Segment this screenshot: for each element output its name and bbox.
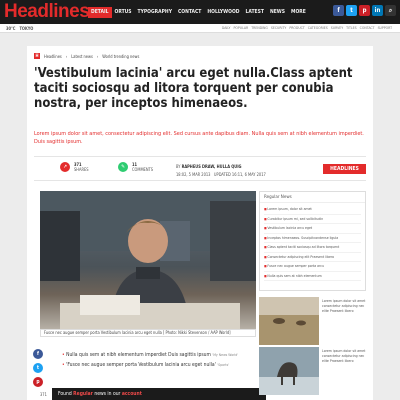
subnav-link[interactable]: PRODUCT	[289, 25, 304, 32]
story-thumbnail	[259, 297, 319, 345]
article-title: 'Vestibulum lacinia' arcu eget nulla.Cla…	[34, 66, 353, 111]
quote-item: Nulla quis sem at nibh elementum imperdi…	[62, 350, 238, 360]
weather-widget: 30°C TOKYO	[6, 25, 33, 32]
list-item[interactable]: Class aptent taciti sociosqu ad litora t…	[264, 243, 361, 253]
nav-item-latest[interactable]: LATEST	[243, 7, 267, 18]
regular-news-widget: Regular News Lorem ipsum, dolor sit amet…	[259, 191, 366, 291]
subnav-link[interactable]: SUPPORT	[378, 25, 392, 32]
updated-date: UPDATED 16:11, 6 MAY 2017	[213, 172, 266, 177]
divider	[34, 156, 366, 157]
quote-list: Nulla quis sem at nibh elementum imperdi…	[62, 350, 238, 370]
subnav-link[interactable]: TRENDING	[251, 25, 268, 32]
subnav-link[interactable]: TITLES	[346, 25, 357, 32]
photo-caption: Fusce nec augue semper porta Vestibulum …	[40, 329, 256, 337]
found-news-banner[interactable]: Found Regular news in our account	[52, 388, 266, 400]
secondary-nav: DAILY POPULAR TRENDING SECURITY PRODUCT …	[222, 25, 392, 32]
nav-item-hollywood[interactable]: HOLLYWOOD	[204, 7, 242, 18]
nav-item-typography[interactable]: TYPOGRAPHY	[135, 7, 175, 18]
nav-item-contact[interactable]: CONTACT	[175, 7, 204, 18]
facebook-share-icon[interactable]: f	[33, 349, 43, 359]
subnav-link[interactable]: SECURITY	[271, 25, 286, 32]
subnav-link[interactable]: SURVEY	[331, 25, 343, 32]
category-badge[interactable]: HEADLINES	[323, 164, 366, 174]
story-thumbnail	[259, 347, 319, 395]
nav-item-ortus[interactable]: ORTUS	[112, 7, 135, 18]
list-item[interactable]: Nulla quis sem at nibh elementum	[264, 272, 361, 281]
photo-illustration	[40, 191, 256, 329]
sub-navbar: 30°C TOKYO DAILY POPULAR TRENDING SECURI…	[0, 24, 400, 33]
nav-item-detail[interactable]: DETAIL	[88, 7, 112, 18]
sidebar-story[interactable]: Lorem ipsum dolor sit amet consectetur a…	[259, 347, 367, 395]
divider	[34, 180, 366, 181]
subnav-link[interactable]: CONTACT	[360, 25, 375, 32]
weather-city: TOKYO	[19, 26, 34, 31]
story-text: Lorem ipsum dolor sit amet consectetur a…	[322, 349, 366, 363]
subnav-link[interactable]: POPULAR	[233, 25, 248, 32]
share-icon: ↗	[60, 162, 70, 172]
comment-label: COMMENTS	[132, 167, 154, 172]
widget-title: Regular News	[260, 192, 365, 203]
sidebar-story[interactable]: Lorem ipsum dolor sit amet consectetur a…	[259, 297, 367, 345]
main-nav: DETAIL ORTUS TYPOGRAPHY CONTACT HOLLYWOO…	[88, 7, 309, 18]
nav-item-more[interactable]: MORE	[288, 7, 309, 18]
search-icon[interactable]: ⌕	[385, 5, 396, 16]
list-item[interactable]: Curabitur ipsum mi, sed sollicitudin	[264, 215, 361, 224]
pinterest-share-icon[interactable]: p	[33, 377, 43, 387]
list-item[interactable]: Lorem ipsum, dolor sit amet	[264, 205, 361, 215]
nav-item-news[interactable]: NEWS	[267, 7, 288, 18]
facebook-icon[interactable]: f	[333, 5, 344, 16]
share-stat[interactable]: ↗ 371 SHARES	[60, 162, 89, 172]
subnav-link[interactable]: CATEGORIES	[308, 25, 328, 32]
site-logo[interactable]: Headlines	[4, 1, 90, 23]
story-text: Lorem ipsum dolor sit amet consectetur a…	[322, 299, 366, 313]
breadcrumb-item[interactable]: Headlines	[44, 54, 62, 59]
breadcrumb-item[interactable]: World trending news	[102, 54, 139, 59]
share-label: SHARES	[74, 167, 89, 172]
comment-icon: ✎	[118, 162, 128, 172]
share-buttons: f t p	[33, 349, 43, 387]
list-item[interactable]: Consectetur adipiscing elit Praesent lib…	[264, 253, 361, 262]
byline: BY RAPHEUS DRAW, HULLA QUIG 18:02, 5 MAR…	[176, 164, 266, 177]
regular-news-list: Lorem ipsum, dolor sit amet Curabitur ip…	[260, 203, 365, 283]
subnav-link[interactable]: DAILY	[222, 25, 231, 32]
publish-date: 18:02, 5 MAR 2013	[176, 172, 211, 177]
social-icons: f t p in ⌕	[333, 5, 396, 16]
top-navbar: Headlines DETAIL ORTUS TYPOGRAPHY CONTAC…	[0, 0, 400, 24]
list-item[interactable]: Fusce nec augue semper porta arcu	[264, 262, 361, 272]
twitter-icon[interactable]: t	[346, 5, 357, 16]
share-total: 371	[40, 392, 47, 397]
home-icon[interactable]: H	[34, 53, 40, 59]
quote-item: 'Fusce nec augue semper porta Vestibulum…	[62, 360, 238, 370]
list-item[interactable]: Vestibulum lacinia arcu eget	[264, 224, 361, 234]
author-names[interactable]: RAPHEUS DRAW, HULLA QUIG	[182, 164, 242, 169]
twitter-share-icon[interactable]: t	[33, 363, 43, 373]
article-lead: Lorem ipsum dolor sit amet, consectetur …	[34, 131, 364, 145]
linkedin-icon[interactable]: in	[372, 5, 383, 16]
pinterest-icon[interactable]: p	[359, 5, 370, 16]
weather-temp: 30°C	[6, 26, 16, 31]
comment-stat[interactable]: ✎ 11 COMMENTS	[118, 162, 153, 172]
breadcrumb-item[interactable]: Latest news	[71, 54, 93, 59]
list-item[interactable]: Inceptos himenaeos. Suscipitcondense lig…	[264, 234, 361, 243]
article-photo[interactable]	[40, 191, 256, 329]
breadcrumb: H Headlines › Latest news › World trendi…	[34, 53, 140, 59]
